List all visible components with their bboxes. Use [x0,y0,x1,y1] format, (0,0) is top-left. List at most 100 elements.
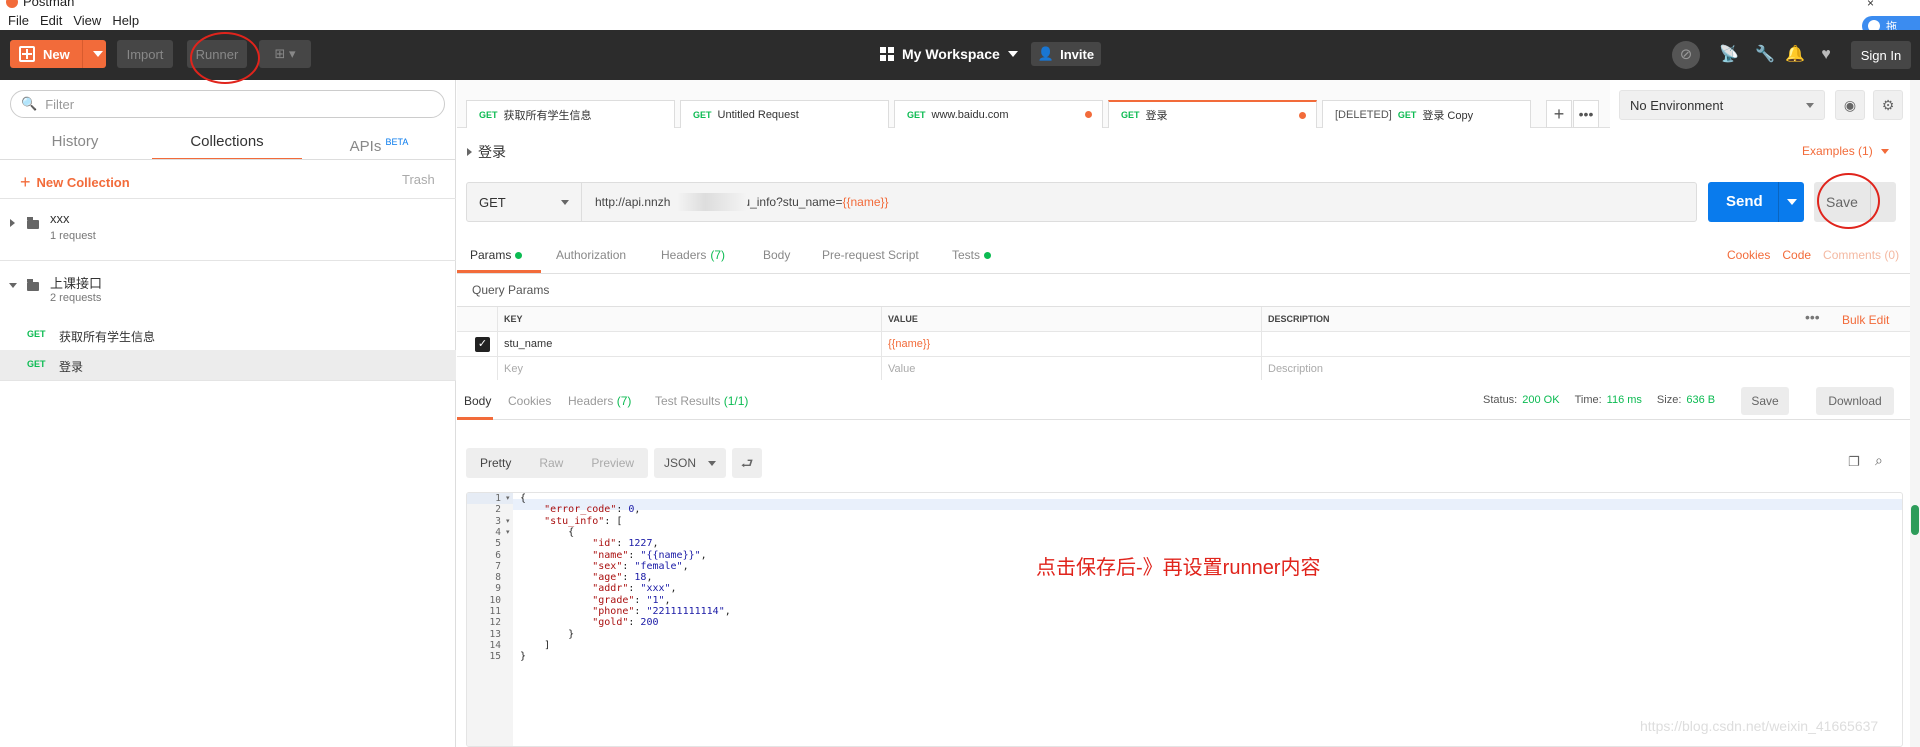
request-links: Cookies Code Comments (0) [1727,248,1899,262]
request-item[interactable]: GET 获取所有学生信息 [0,320,456,350]
scrollbar[interactable] [1910,80,1920,747]
status-label: Status: [1483,394,1518,406]
tab-method: GET [907,109,926,120]
tab-tests[interactable]: Tests [952,248,992,262]
table-row-empty: Key Value Description [457,357,1920,382]
tab-params[interactable]: Params [470,248,523,262]
new-window-button[interactable]: ⊞ ▾ [259,40,311,68]
sidebar: 🔍 Filter History Collections APIs BETA +… [0,80,456,747]
tab-history[interactable]: History [0,128,150,160]
value-input[interactable]: Value [881,357,1261,382]
scrollbar-thumb[interactable] [1911,505,1919,535]
request-item-selected[interactable]: GET 登录 [0,350,456,380]
environment-select[interactable]: No Environment [1619,90,1825,120]
new-button[interactable]: New [10,40,106,68]
line-number: 9 [495,583,501,595]
size-label: Size: [1656,394,1682,406]
cookies-link[interactable]: Cookies [1727,248,1770,262]
method-select[interactable]: GET [467,183,582,221]
tab-headers[interactable]: Headers (7) [661,248,725,262]
chevron-down-icon[interactable] [9,283,17,288]
satellite-icon[interactable]: 📡 [1718,44,1740,66]
gear-icon[interactable]: ⚙ [1873,90,1903,120]
fold-toggle-icon[interactable]: ▾ [506,516,510,527]
request-tab[interactable]: GET www.baidu.com [894,100,1103,128]
request-tab[interactable]: GET 获取所有学生信息 [466,100,675,128]
code-link[interactable]: Code [1782,248,1811,262]
tab-response-cookies[interactable]: Cookies [508,394,551,408]
search-icon[interactable]: ⌕ [1875,452,1883,469]
invite-label: Invite [1060,46,1095,62]
key-input[interactable]: Key [497,357,881,382]
filter-input[interactable]: 🔍 Filter [10,90,445,118]
collection-count: 2 requests [50,292,102,304]
chevron-right-icon[interactable] [10,219,15,227]
format-select[interactable]: JSON [654,448,727,478]
param-key[interactable]: stu_name [497,332,881,357]
send-button[interactable]: Send [1708,182,1804,222]
bulk-edit-link[interactable]: Bulk Edit [1842,313,1889,327]
trash-link[interactable]: Trash [402,172,435,187]
chevron-down-icon [1806,103,1814,108]
fold-toggle-icon[interactable]: ▾ [506,527,510,538]
menu-edit[interactable]: Edit [40,13,62,28]
more-options-icon[interactable]: ••• [1805,307,1820,327]
tab-response-body[interactable]: Body [464,394,491,408]
save-response-button[interactable]: Save [1741,387,1789,415]
status-dot-icon [515,251,523,259]
collection-item[interactable]: 上课接口 2 requests [0,261,456,311]
bell-icon[interactable]: 🔔 [1784,44,1806,66]
fold-toggle-icon[interactable]: ▾ [506,493,510,504]
tab-response-headers[interactable]: Headers (7) [568,394,631,408]
plus-box-icon [19,46,35,62]
workspace-label: My Workspace [902,46,1000,62]
send-dropdown-icon[interactable] [1787,199,1797,205]
view-raw[interactable]: Raw [525,456,577,470]
tab-test-results[interactable]: Test Results (1/1) [655,394,748,408]
sign-in-button[interactable]: Sign In [1851,41,1911,69]
view-preview[interactable]: Preview [577,456,648,470]
description-input[interactable]: Description [1261,357,1920,382]
wrap-lines-icon[interactable]: ⮐ [732,448,763,478]
tab-body[interactable]: Body [763,248,790,262]
heart-icon[interactable]: ♥ [1815,44,1837,66]
tab-method: GET [479,109,498,120]
window-close-button[interactable]: × [1867,0,1874,10]
tab-apis[interactable]: APIs BETA [304,128,454,160]
table-row: ✓ stu_name {{name}} [457,332,1920,357]
time-label: Time: [1574,394,1602,406]
param-value[interactable]: {{name}} [881,332,1261,357]
view-pretty[interactable]: Pretty [466,456,525,470]
annotation-circle-save [1817,173,1880,229]
param-enabled-checkbox[interactable]: ✓ [475,337,490,352]
comments-link[interactable]: Comments (0) [1823,248,1899,262]
request-title[interactable]: 登录 [467,142,506,162]
tab-authorization[interactable]: Authorization [556,248,626,262]
param-description[interactable] [1261,332,1920,357]
more-tabs-button[interactable]: ••• [1573,100,1599,128]
copy-icon[interactable]: ❐ [1848,454,1860,470]
import-button[interactable]: Import [117,40,173,68]
request-tab[interactable]: [DELETED] GET 登录 Copy [1322,100,1531,128]
settings-wrench-icon[interactable]: 🔧 [1754,44,1776,66]
download-button[interactable]: Download [1816,387,1894,415]
new-dropdown-icon[interactable] [93,51,103,57]
menu-file[interactable]: File [8,13,29,28]
workspace-switcher[interactable]: My Workspace [880,40,1018,68]
eye-icon[interactable]: ◉ [1835,90,1865,120]
examples-dropdown[interactable]: Examples (1) [1802,144,1889,158]
menu-help[interactable]: Help [112,13,139,28]
new-collection-button[interactable]: + New Collection [20,172,130,193]
code-line: "addr": "xxx", [592,583,677,595]
request-tab[interactable]: GET Untitled Request [680,100,889,128]
sync-status-icon[interactable]: ⊘ [1672,41,1700,69]
tab-collections[interactable]: Collections [152,128,302,160]
add-tab-button[interactable]: + [1546,100,1572,128]
invite-button[interactable]: 👤 Invite [1031,42,1101,66]
url-prefix: http://api.nnzh [595,195,671,209]
collection-item[interactable]: xxx 1 request [0,199,456,249]
tab-prerequest[interactable]: Pre-request Script [822,248,919,262]
request-tab-active[interactable]: GET 登录 [1108,100,1317,128]
response-editor[interactable]: 1 ▾{2 "error_code": 0, 3 ▾ "stu_info": [4 ▾ … [466,492,1903,747]
menu-view[interactable]: View [73,13,101,28]
